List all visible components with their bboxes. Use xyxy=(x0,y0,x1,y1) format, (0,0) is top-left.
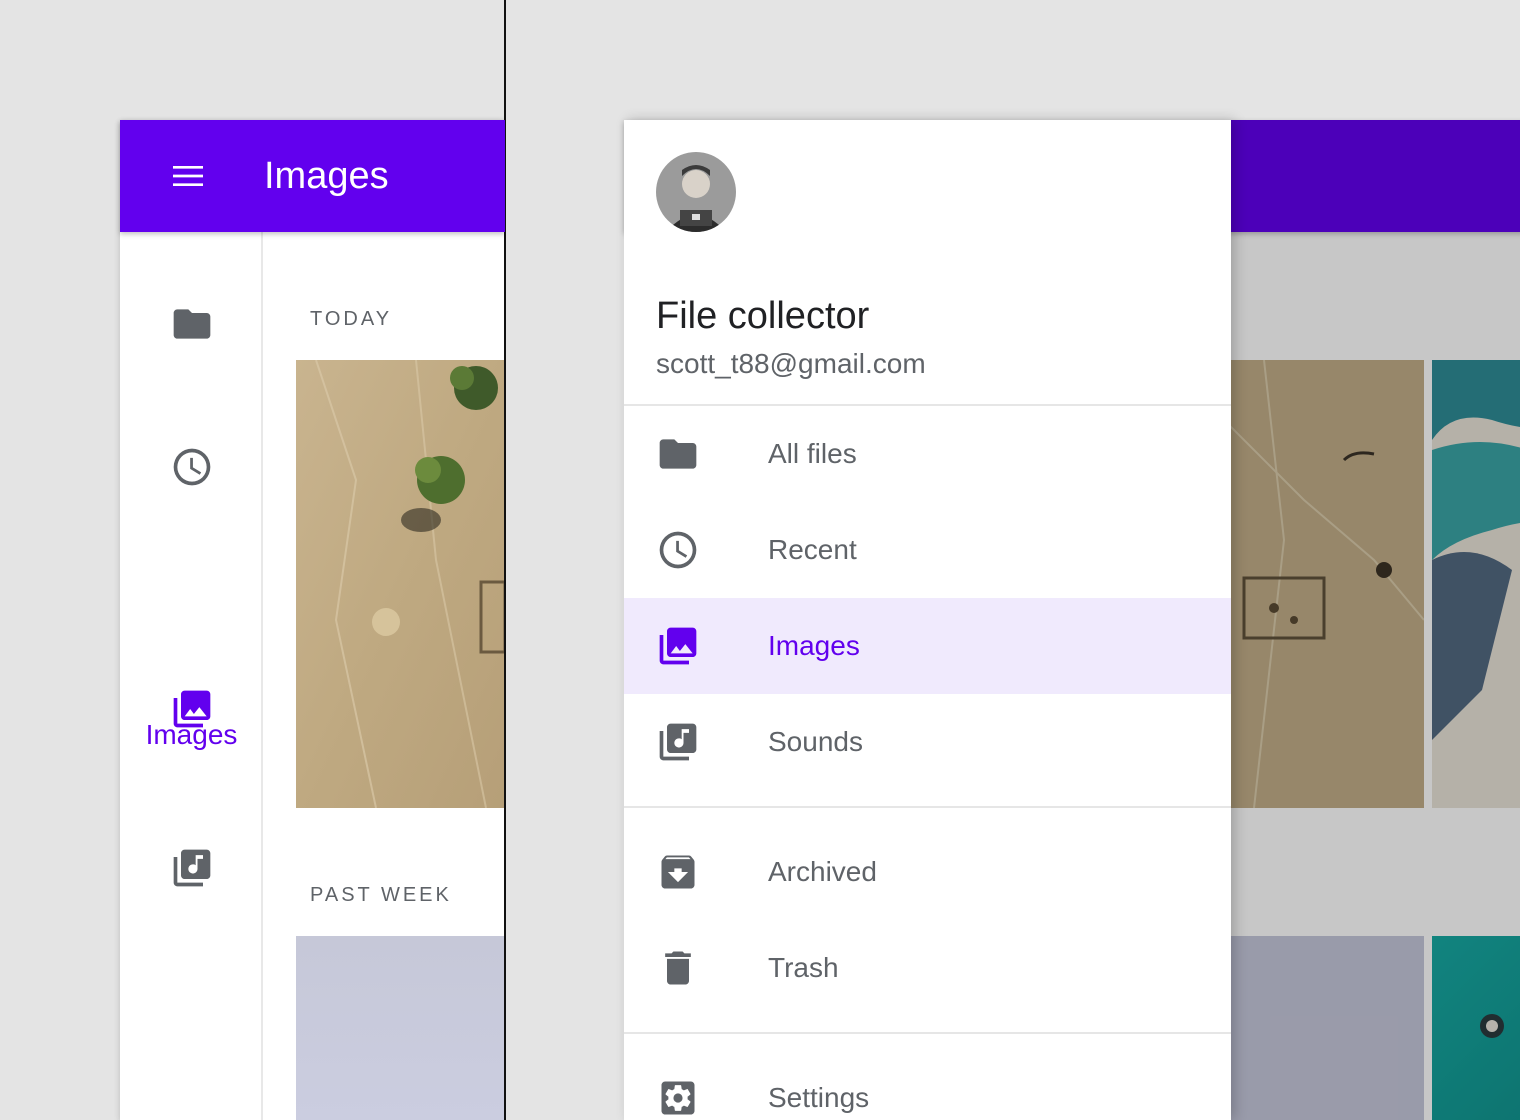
drawer-item-trash[interactable]: Trash xyxy=(624,920,1231,1016)
rail-item-recent[interactable] xyxy=(120,407,263,527)
rail-item-sounds[interactable] xyxy=(120,808,263,928)
rail-item-images[interactable]: Images xyxy=(120,667,263,787)
drawer-title: File collector xyxy=(656,295,870,337)
app-window: Images Images TODAY PAST WEEK xyxy=(120,120,505,1120)
settings-icon xyxy=(661,1081,695,1115)
drawer-item-images[interactable]: Images xyxy=(624,598,1231,694)
drawer-item-all-files[interactable]: All files xyxy=(624,406,1231,502)
drawer-item-label: Settings xyxy=(768,1082,870,1113)
music-library-icon xyxy=(173,849,211,887)
top-app-bar: Images xyxy=(120,120,505,232)
archive-icon xyxy=(661,855,695,889)
images-icon xyxy=(659,627,697,665)
aerial-savanna-image xyxy=(296,359,505,809)
divider xyxy=(624,806,1231,808)
drawer-item-archived[interactable]: Archived xyxy=(624,824,1231,920)
navigation-drawer: File collector scott_t88@gmail.com All f… xyxy=(624,120,1231,1120)
drawer-item-label: Trash xyxy=(768,952,839,983)
folder-icon xyxy=(173,309,211,339)
image-thumbnail[interactable] xyxy=(296,936,505,1120)
app-window: File collector scott_t88@gmail.com All f… xyxy=(624,120,1520,1120)
section-label-today: TODAY xyxy=(310,308,393,330)
image-gallery: TODAY PAST WEEK xyxy=(263,232,505,1120)
drawer-subtitle: scott_t88@gmail.com xyxy=(656,348,926,379)
drawer-item-label: Recent xyxy=(768,534,857,565)
drawer-item-label: All files xyxy=(768,438,857,469)
folder-icon xyxy=(659,439,697,469)
drawer-item-label: Images xyxy=(768,630,860,661)
section-label-past-week: PAST WEEK xyxy=(310,884,452,906)
drawer-item-label: Archived xyxy=(768,856,877,887)
clock-icon xyxy=(659,531,697,569)
trash-icon xyxy=(665,951,691,985)
drawer-layout-panel: File collector scott_t88@gmail.com All f… xyxy=(506,0,1520,1120)
music-library-icon xyxy=(659,723,697,761)
rail-item-label: Images xyxy=(145,719,238,750)
drawer-item-recent[interactable]: Recent xyxy=(624,502,1231,598)
avatar[interactable] xyxy=(656,152,736,232)
user-avatar-image xyxy=(656,152,736,232)
clock-icon xyxy=(173,448,211,486)
page-title: Images xyxy=(264,155,389,197)
drawer-item-sounds[interactable]: Sounds xyxy=(624,694,1231,790)
drawer-item-label: Sounds xyxy=(768,726,863,757)
rail-item-folder[interactable] xyxy=(120,264,263,384)
rail-layout-panel: Images Images TODAY PAST WEEK xyxy=(0,0,505,1120)
navigation-rail: Images xyxy=(120,232,263,1120)
menu-button[interactable] xyxy=(168,156,208,196)
drawer-item-settings[interactable]: Settings xyxy=(624,1050,1231,1120)
image-thumbnail[interactable] xyxy=(296,359,505,809)
divider xyxy=(624,1032,1231,1034)
menu-icon xyxy=(173,166,203,186)
